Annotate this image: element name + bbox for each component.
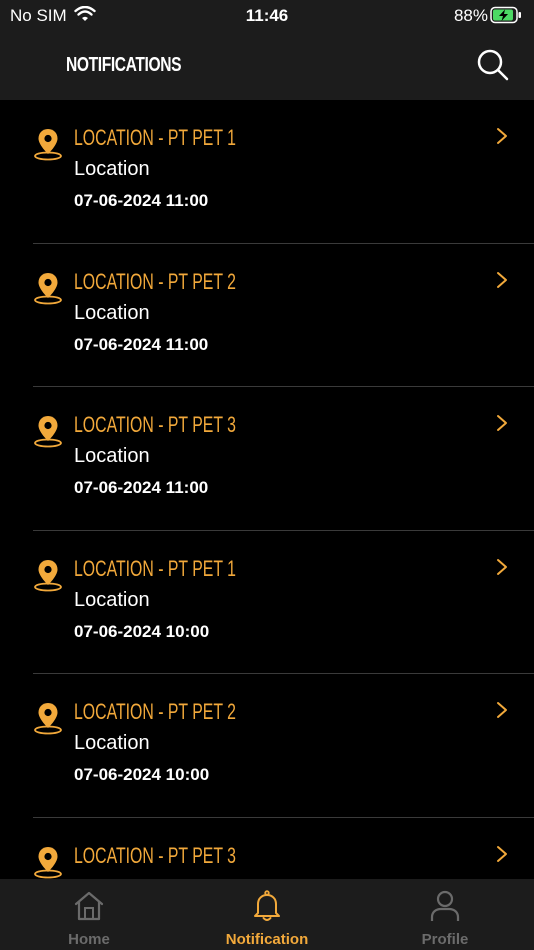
home-icon: [74, 891, 104, 921]
tab-notification-label: Notification: [225, 931, 309, 948]
notification-datetime: 07-06-2024 11:00: [74, 334, 209, 354]
bell-icon: [254, 890, 280, 921]
bottom-tab-bar: Home Notification Profile: [0, 879, 534, 950]
notification-item[interactable]: LOCATION - PT PET 2 Location 07-06-2024 …: [33, 244, 534, 388]
location-pin-icon: [34, 416, 62, 448]
notification-subtitle: Location: [74, 588, 150, 611]
notification-title: LOCATION - PT PET 2: [74, 699, 236, 725]
app-header: NOTIFICATIONS: [0, 30, 534, 100]
notification-subtitle: Location: [74, 301, 150, 324]
notification-list[interactable]: LOCATION - PT PET 1 Location 07-06-2024 …: [0, 100, 534, 879]
notification-subtitle: Location: [74, 445, 150, 468]
notification-item[interactable]: LOCATION - PT PET 1 Location 07-06-2024 …: [33, 100, 534, 244]
notification-title: LOCATION - PT PET 2: [74, 268, 236, 294]
notification-title: LOCATION - PT PET 1: [74, 555, 236, 581]
status-bar: No SIM 11:46 88%: [0, 0, 534, 30]
tab-home[interactable]: Home: [0, 879, 178, 950]
notification-datetime: 07-06-2024 10:00: [74, 765, 210, 785]
notification-datetime: 07-06-2024 10:00: [74, 621, 210, 641]
notification-item[interactable]: LOCATION - PT PET 3: [33, 818, 534, 879]
chevron-right-icon: [497, 128, 507, 144]
notification-title: LOCATION - PT PET 1: [74, 125, 236, 150]
notification-title: LOCATION - PT PET 3: [74, 842, 236, 868]
chevron-right-icon: [497, 271, 507, 288]
location-pin-icon: [34, 129, 62, 161]
notification-subtitle: Location: [74, 732, 150, 755]
tab-home-label: Home: [68, 931, 110, 948]
search-icon[interactable]: [476, 48, 510, 82]
notification-item[interactable]: LOCATION - PT PET 1 Location 07-06-2024 …: [33, 531, 534, 675]
tab-profile-label: Profile: [421, 931, 469, 948]
notification-item[interactable]: LOCATION - PT PET 3 Location 07-06-2024 …: [33, 387, 534, 531]
chevron-right-icon: [497, 845, 507, 862]
notification-item[interactable]: LOCATION - PT PET 2 Location 07-06-2024 …: [33, 674, 534, 818]
page-title: NOTIFICATIONS: [66, 54, 182, 76]
battery-percentage: 88%: [453, 6, 488, 25]
chevron-right-icon: [497, 702, 507, 719]
battery-charging-icon: [490, 6, 521, 24]
chevron-right-icon: [497, 415, 507, 432]
notification-datetime: 07-06-2024 11:00: [74, 191, 209, 210]
location-pin-icon: [34, 703, 62, 735]
tab-notification[interactable]: Notification: [178, 879, 356, 950]
notification-subtitle: Location: [74, 158, 150, 180]
notification-title: LOCATION - PT PET 3: [74, 412, 236, 438]
chevron-right-icon: [497, 558, 507, 575]
tab-profile[interactable]: Profile: [356, 879, 534, 950]
location-pin-icon: [34, 559, 62, 592]
location-pin-icon: [34, 846, 62, 879]
location-pin-icon: [34, 272, 62, 304]
notification-datetime: 07-06-2024 11:00: [74, 478, 209, 498]
user-icon: [430, 890, 460, 921]
